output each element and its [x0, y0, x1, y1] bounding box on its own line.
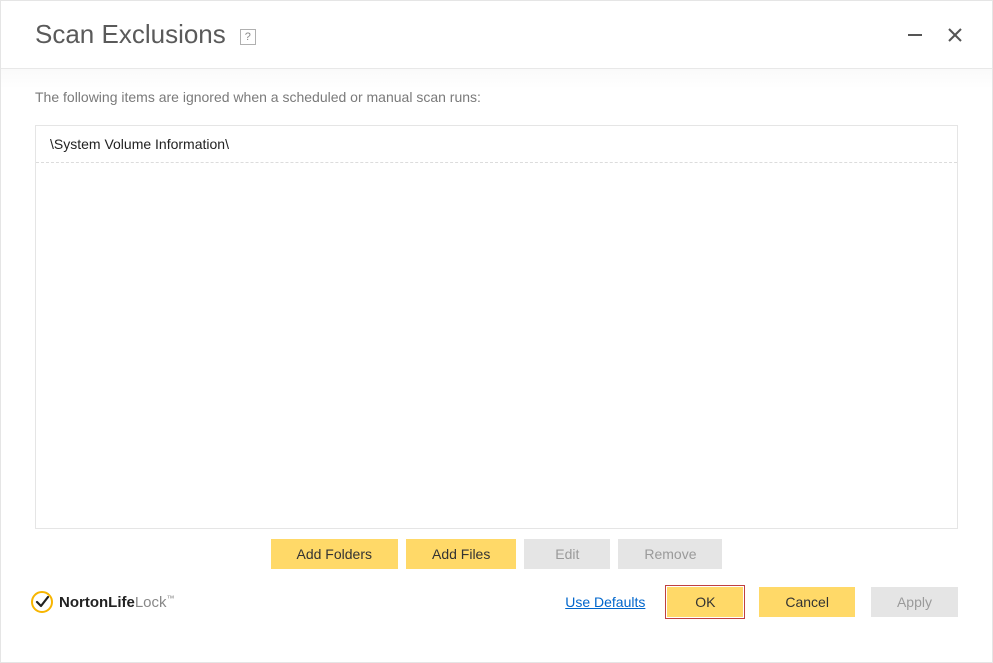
header-left: Scan Exclusions ?	[35, 19, 256, 50]
add-folders-button[interactable]: Add Folders	[271, 539, 398, 569]
description-text: The following items are ignored when a s…	[35, 89, 958, 105]
logo-bold-text: NortonLife	[59, 594, 135, 611]
header-right	[906, 26, 964, 44]
add-files-button[interactable]: Add Files	[406, 539, 516, 569]
footer-right: Use Defaults OK Cancel Apply	[565, 587, 958, 617]
logo-light-text: Lock	[135, 594, 167, 611]
page-title: Scan Exclusions	[35, 19, 226, 50]
close-icon	[948, 28, 962, 42]
apply-button: Apply	[871, 587, 958, 617]
list-item[interactable]: \System Volume Information\	[36, 126, 957, 163]
edit-button: Edit	[524, 539, 610, 569]
brand-logo: NortonLifeLock™	[31, 591, 175, 613]
dialog-header: Scan Exclusions ?	[1, 1, 992, 69]
content-area: The following items are ignored when a s…	[1, 69, 992, 579]
minimize-button[interactable]	[906, 26, 924, 44]
close-button[interactable]	[946, 26, 964, 44]
use-defaults-link[interactable]: Use Defaults	[565, 594, 645, 610]
checkmark-icon	[31, 591, 53, 613]
exclusion-list[interactable]: \System Volume Information\	[35, 125, 958, 529]
list-button-row: Add Folders Add Files Edit Remove	[35, 539, 958, 579]
footer-buttons: OK Cancel Apply	[667, 587, 958, 617]
dialog-footer: NortonLifeLock™ Use Defaults OK Cancel A…	[1, 579, 992, 635]
cancel-button[interactable]: Cancel	[759, 587, 855, 617]
logo-text: NortonLifeLock™	[59, 594, 175, 611]
help-icon[interactable]: ?	[240, 29, 256, 45]
ok-button[interactable]: OK	[667, 587, 743, 617]
trademark-icon: ™	[167, 594, 175, 603]
remove-button: Remove	[618, 539, 722, 569]
